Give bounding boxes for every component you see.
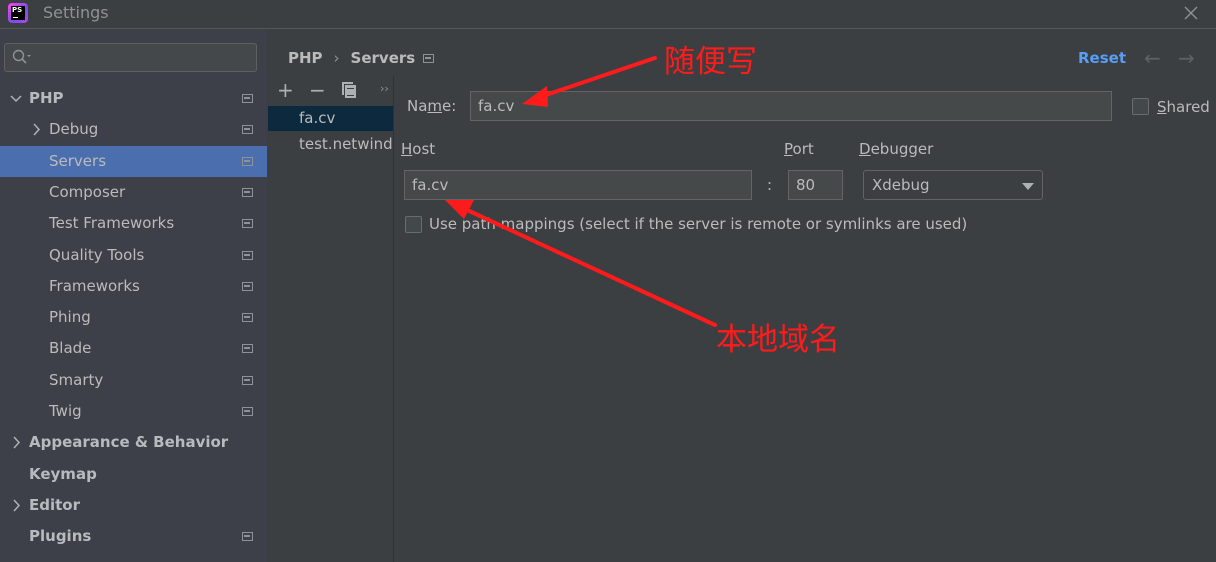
project-scope-icon [242,125,253,135]
sidebar-item-editor[interactable]: Editor [0,490,267,521]
breadcrumb-separator: › [333,48,340,67]
project-scope-icon [242,156,253,166]
back-arrow-icon[interactable]: ← [1144,46,1161,70]
sidebar-item-php[interactable]: PHP [0,83,267,114]
project-scope-icon [242,344,253,354]
search-icon[interactable] [12,49,32,69]
project-scope-icon [242,281,253,291]
chevron-right-icon[interactable] [30,114,42,145]
sidebar-item-blade[interactable]: Blade [0,333,267,364]
sidebar-item-quality-tools[interactable]: Quality Tools [0,240,267,271]
port-input[interactable] [788,170,843,200]
project-scope-icon [423,54,434,63]
breadcrumb: PHP › Servers [288,48,415,70]
debugger-label: Debugger [859,140,934,158]
close-icon [1184,6,1198,20]
project-scope-icon [242,313,253,323]
path-mappings-label[interactable]: Use path mappings (select if the server … [429,215,967,233]
app-logo-text: PS [11,6,25,20]
server-list-item[interactable]: fa.cv [268,106,393,131]
project-scope-icon [242,219,253,229]
sidebar-item-smarty[interactable]: Smarty [0,365,267,396]
breadcrumb-item-php[interactable]: PHP [288,49,323,67]
project-scope-icon [242,407,253,416]
sidebar-item-label: Debug [49,120,99,139]
sidebar-item-appearance-behavior[interactable]: Appearance & Behavior [0,427,267,458]
breadcrumb-item-servers: Servers [350,48,416,67]
copy-icon-front [345,85,356,98]
double-chevron-icon: ›› [380,82,389,95]
sidebar-item-label: Composer [49,182,126,201]
forward-arrow-icon[interactable]: → [1178,46,1195,70]
more-actions-button[interactable]: ›› [380,82,389,95]
sidebar-item-label: Keymap [29,464,97,483]
sidebar-item-servers[interactable]: Servers [0,145,267,177]
debugger-select[interactable]: Xdebug [863,170,1043,200]
host-label: Host [401,140,436,158]
project-scope-icon [242,375,253,385]
window-title: Settings [43,3,109,22]
server-list-item[interactable]: test.netwind. [268,132,393,157]
path-mappings-checkbox[interactable] [405,216,422,233]
search-box[interactable] [4,43,257,72]
sidebar-item-label: Appearance & Behavior [29,433,229,452]
debugger-value: Xdebug [872,176,930,194]
sidebar-item-label: Test Frameworks [49,214,175,233]
sidebar-item-plugins[interactable]: Plugins [0,521,267,552]
server-name: test.netwind. [299,135,393,153]
sidebar-item-label: Servers [49,151,107,170]
remove-server-button[interactable]: − [309,78,326,102]
sidebar-item-debug[interactable]: Debug [0,114,267,145]
sidebar-item-label: PHP [29,89,64,107]
shared-checkbox[interactable] [1132,98,1149,115]
host-port-separator: : [767,176,773,194]
sidebar-item-label: Blade [49,339,92,358]
name-input[interactable] [470,91,1112,121]
sidebar-item-keymap[interactable]: Keymap [0,459,267,490]
sidebar-item-label: Phing [49,308,91,327]
close-button[interactable] [1180,2,1202,24]
reset-button[interactable]: Reset [1078,49,1126,67]
sidebar-item-twig[interactable]: Twig [0,396,267,427]
sidebar-item-label: Smarty [49,370,104,389]
name-label: Name: [407,97,457,115]
title-bar: PS Settings [0,0,1216,29]
plus-icon: + [277,78,294,102]
sidebar-item-test-frameworks[interactable]: Test Frameworks [0,208,267,239]
sidebar-item-label: Editor [29,495,80,514]
sidebar-item-label: Frameworks [49,276,140,295]
sidebar-item-label: Twig [49,402,82,420]
project-scope-icon [242,187,253,197]
search-input[interactable] [37,47,247,68]
add-server-button[interactable]: + [277,78,294,102]
server-name: fa.cv [299,109,336,127]
minus-icon: − [309,78,326,102]
chevron-right-icon[interactable] [10,427,22,458]
servers-list-panel: + − ›› fa.cv test.netwind. [267,76,394,562]
host-input[interactable] [404,170,752,200]
shared-label[interactable]: Shared [1157,98,1210,116]
annotation-host-note: 本地域名 [716,322,840,358]
annotation-name-note: 随便写 [664,44,757,80]
port-label: Port [784,140,814,158]
chevron-right-icon[interactable] [10,490,22,521]
sidebar-item-frameworks[interactable]: Frameworks [0,271,267,302]
dropdown-caret-icon [1022,183,1034,190]
sidebar-item-phing[interactable]: Phing [0,302,267,333]
copy-server-button[interactable] [342,82,356,98]
phpstorm-logo-icon: PS [8,3,28,23]
project-scope-icon [242,532,253,542]
sidebar-item-composer[interactable]: Composer [0,177,267,208]
sidebar-item-label: Quality Tools [49,245,145,264]
project-scope-icon [242,94,253,103]
sidebar-item-label: Plugins [29,527,92,546]
chevron-down-icon[interactable] [10,83,22,114]
settings-sidebar: PHP Debug Servers Composer Test Frameworks Qu… [0,30,267,562]
project-scope-icon [242,250,253,260]
